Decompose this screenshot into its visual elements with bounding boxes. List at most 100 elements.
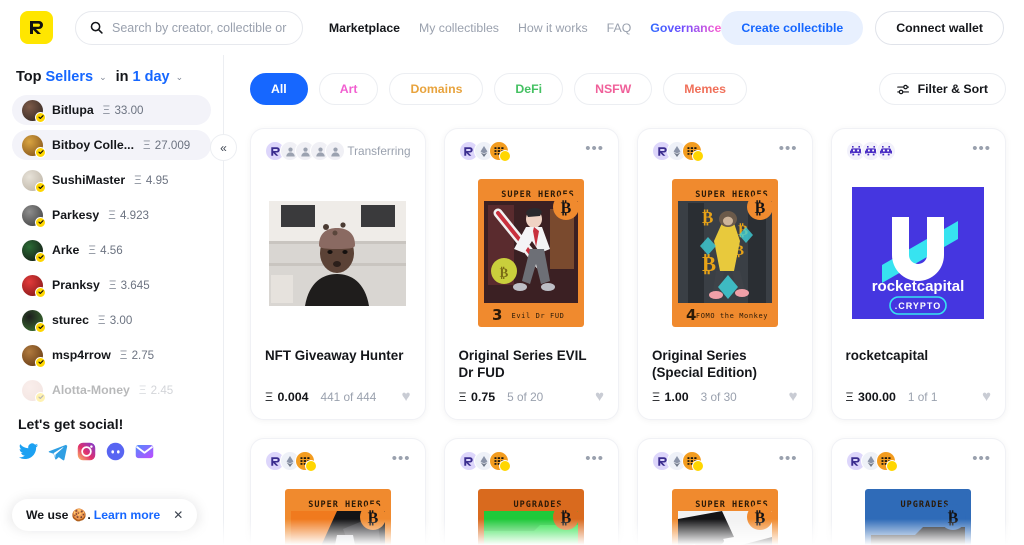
card-artwork[interactable]: rocketcapital .CRYPTO <box>846 174 992 332</box>
card-header: Transferring <box>265 141 411 167</box>
card-menu-button[interactable]: ••• <box>779 451 798 466</box>
card-footer: Ξ 1.00 3 of 30 ♥ <box>652 389 798 404</box>
category-pill-domains[interactable]: Domains <box>389 73 484 105</box>
avatar-bitcoin-icon <box>488 451 511 472</box>
collectible-card[interactable]: ••• SUPER HEROES ₿ <box>250 438 426 545</box>
like-heart-icon[interactable]: ♥ <box>595 389 604 404</box>
card-menu-button[interactable]: ••• <box>585 141 604 156</box>
seller-name: sturec <box>52 313 89 327</box>
heading-period-select[interactable]: 1 day <box>133 69 170 85</box>
card-artwork[interactable]: ₿ SUPER HEROES ₿ 3 Evil Dr FUD <box>459 174 605 332</box>
search-bar[interactable] <box>75 10 303 45</box>
card-menu-button[interactable]: ••• <box>392 451 411 466</box>
instagram-icon[interactable] <box>76 441 97 462</box>
chevron-down-icon-period[interactable]: ⌄ <box>176 72 184 83</box>
seller-row[interactable]: sturec Ξ 3.00 <box>12 305 211 335</box>
artwork-trading-card: ₿₿₿₿SUPER HEROES₿4 FOMO the Monkey <box>671 179 778 327</box>
chevron-down-icon-metric[interactable]: ⌄ <box>99 72 107 83</box>
seller-row[interactable]: SushiMaster Ξ 4.95 <box>12 165 211 195</box>
collectible-card[interactable]: ••• SUPER HEROES ₿ <box>637 438 813 545</box>
artwork-trading-card: ₿SUPER HEROES₿3 Evil Dr FUD <box>478 179 585 327</box>
card-artwork[interactable]: UPGRADES ₿ <box>459 484 605 545</box>
card-avatar-group <box>265 141 345 161</box>
top-sellers-list: Bitlupa Ξ 33.00 Bitboy Colle... Ξ 27.009 Sus… <box>0 95 223 405</box>
card-footer: Ξ 0.75 5 of 20 ♥ <box>459 389 605 404</box>
collapse-sidebar-button[interactable]: « <box>210 134 237 161</box>
card-edition-count: 1 of 1 <box>907 389 938 404</box>
like-heart-icon[interactable]: ♥ <box>789 389 798 404</box>
close-icon[interactable]: ✕ <box>173 509 183 521</box>
heading-top: Top <box>16 69 42 85</box>
collectible-card[interactable]: ••• rocketcapital .CRYPTO rocketcapital Ξ 30… <box>830 128 1006 420</box>
collectible-card[interactable]: Transferring NFT Giveaway Hunter Ξ 0.004 44… <box>250 128 426 420</box>
category-pill-nsfw[interactable]: NSFW <box>574 73 653 105</box>
card-artwork[interactable]: SUPER HEROES ₿ <box>265 484 411 545</box>
create-collectible-button[interactable]: Create collectible <box>721 10 864 45</box>
seller-row[interactable]: Bitboy Colle... Ξ 27.009 <box>12 130 211 160</box>
card-menu-button[interactable]: ••• <box>779 141 798 156</box>
card-avatar-group <box>458 141 511 162</box>
nav-how-it-works[interactable]: How it works <box>518 21 588 35</box>
card-menu-button[interactable]: ••• <box>972 451 991 466</box>
category-pill-memes[interactable]: Memes <box>663 73 747 105</box>
seller-row[interactable]: Pranksy Ξ 3.645 <box>12 270 211 300</box>
telegram-icon[interactable] <box>47 441 68 462</box>
card-artwork[interactable]: SUPER HEROES ₿ <box>652 484 798 545</box>
seller-row[interactable]: Arke Ξ 4.56 <box>12 235 211 265</box>
like-heart-icon[interactable]: ♥ <box>402 389 411 404</box>
card-title: rocketcapital <box>845 348 929 363</box>
collectible-card[interactable]: ••• UPGRADES ₿ <box>443 438 619 545</box>
category-pill-defi[interactable]: DeFi <box>494 73 564 105</box>
seller-price: Ξ 4.923 <box>108 208 149 222</box>
card-avatar-group <box>652 141 704 162</box>
seller-row[interactable]: msp4rrow Ξ 2.75 <box>12 340 211 370</box>
collectibles-grid: Transferring NFT Giveaway Hunter Ξ 0.004 44… <box>250 128 1006 420</box>
main-navigation: Marketplace My collectibles How it works… <box>329 21 721 35</box>
nav-marketplace[interactable]: Marketplace <box>329 21 400 35</box>
email-icon[interactable] <box>134 441 155 462</box>
card-artwork[interactable]: UPGRADES ₿ <box>846 484 992 545</box>
seller-price: Ξ 4.95 <box>134 173 169 187</box>
card-artwork[interactable]: ₿ ₿ ₿ ₿ SUPER HEROES ₿ 4 FOMO the Monkey <box>652 174 798 332</box>
heading-metric-select[interactable]: Sellers <box>46 69 94 85</box>
card-avatar-group <box>845 141 896 161</box>
card-avatar-group <box>265 451 317 472</box>
category-pill-art[interactable]: Art <box>318 73 379 105</box>
like-heart-icon[interactable]: ♥ <box>982 389 991 404</box>
seller-name: Arke <box>52 243 80 257</box>
discord-icon[interactable] <box>105 441 126 462</box>
card-edition-count: 5 of 20 <box>507 389 544 404</box>
collectible-card[interactable]: ••• ₿ ₿ ₿ ₿ SUPER HEROES ₿ 4 FOMO the Monkey Orig… <box>637 128 813 420</box>
verified-badge-icon <box>35 251 46 263</box>
seller-row[interactable]: Bitlupa Ξ 33.00 <box>12 95 211 125</box>
cookie-dot: . <box>87 508 91 522</box>
seller-row[interactable]: Alotta-Money Ξ 2.45 <box>12 375 211 405</box>
nav-governance[interactable]: Governance <box>650 21 721 35</box>
cookie-learn-more-link[interactable]: Learn more <box>94 508 160 522</box>
avatar <box>22 274 46 298</box>
app-logo[interactable] <box>20 11 53 44</box>
collectible-card[interactable]: ••• UPGRADES ₿ <box>830 438 1006 545</box>
sliders-icon <box>896 84 909 94</box>
card-menu-button[interactable]: ••• <box>972 141 991 156</box>
verified-badge-icon <box>35 216 46 228</box>
seller-price: Ξ 2.45 <box>138 383 174 397</box>
card-menu-button[interactable]: ••• <box>585 451 604 466</box>
category-pill-all[interactable]: All <box>250 73 308 105</box>
avatar-bitcoin-icon <box>682 141 704 162</box>
collectibles-grid-row2: ••• SUPER HEROES ₿ ••• UPGRADES ₿ ••• SUPER HER… <box>250 438 1006 545</box>
connect-wallet-button[interactable]: Connect wallet <box>875 10 1004 45</box>
search-input[interactable] <box>112 20 288 35</box>
seller-row[interactable]: Parkesy Ξ 4.923 <box>12 200 211 230</box>
avatar <box>22 379 46 403</box>
heading-in: in <box>115 69 129 85</box>
card-footer: Ξ 0.004 441 of 444 ♥ <box>265 389 411 404</box>
avatar <box>22 169 46 193</box>
seller-name: Alotta-Money <box>52 383 130 397</box>
twitter-icon[interactable] <box>18 441 39 462</box>
card-artwork[interactable] <box>265 174 411 332</box>
collectible-card[interactable]: ••• ₿ SUPER HEROES ₿ 3 Evil Dr FUD Original Se… <box>443 128 619 420</box>
nav-faq[interactable]: FAQ <box>607 21 632 35</box>
nav-my-collectibles[interactable]: My collectibles <box>419 21 499 35</box>
filter-and-sort-button[interactable]: Filter & Sort <box>878 73 1006 105</box>
